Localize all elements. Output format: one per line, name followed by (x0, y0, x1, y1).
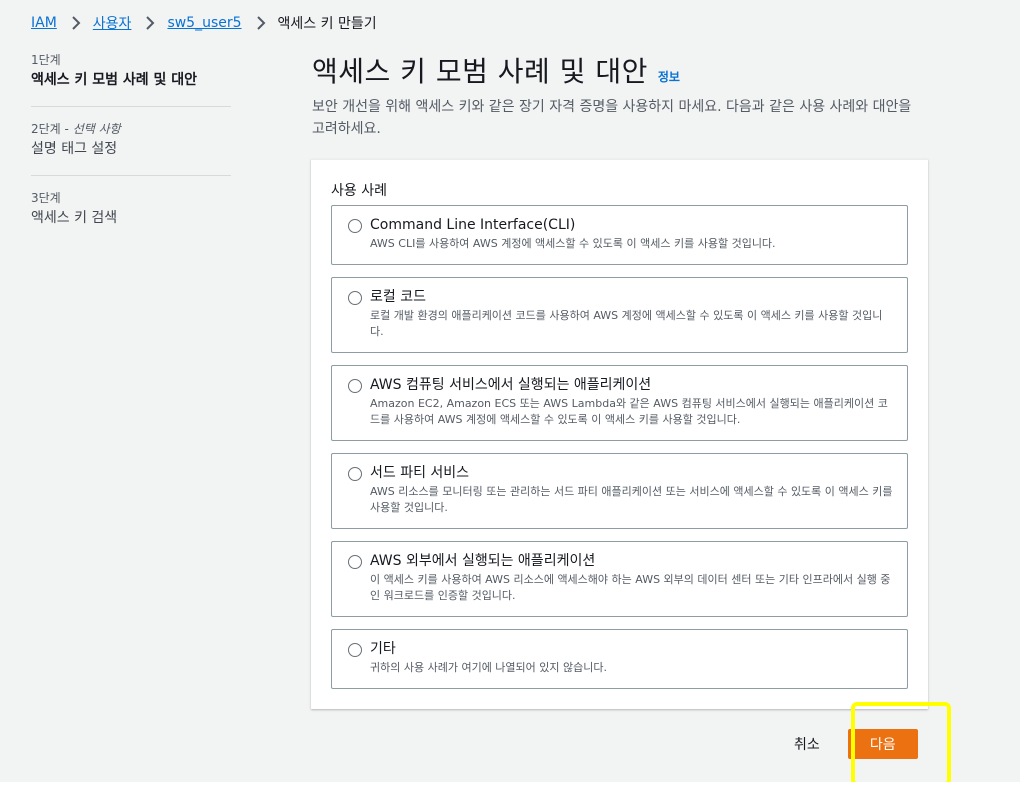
use-case-option-aws-compute[interactable]: AWS 컴퓨팅 서비스에서 실행되는 애플리케이션 Amazon EC2, Am… (331, 365, 908, 441)
breadcrumb-iam-link[interactable]: IAM (31, 15, 57, 31)
wizard-step-1: 1단계 액세스 키 모범 사례 및 대안 (31, 52, 231, 90)
chevron-right-icon (68, 15, 84, 31)
option-description: 귀하의 사용 사례가 여기에 나열되어 있지 않습니다. (370, 661, 607, 674)
use-case-option-cli[interactable]: Command Line Interface(CLI) AWS CLI를 사용하… (331, 205, 908, 265)
step-label: 3단계 (31, 191, 61, 205)
radio-button[interactable] (348, 219, 362, 233)
cancel-button[interactable]: 취소 (780, 728, 834, 760)
use-case-option-other[interactable]: 기타 귀하의 사용 사례가 여기에 나열되어 있지 않습니다. (331, 629, 908, 689)
wizard-step-3: 3단계 액세스 키 검색 (31, 190, 231, 228)
breadcrumb-user-link[interactable]: sw5_user5 (167, 15, 241, 31)
page-title: 액세스 키 모범 사례 및 대안 (312, 55, 648, 88)
step-number: 2단계 - (31, 122, 73, 136)
use-case-option-third-party[interactable]: 서드 파티 서비스 AWS 리소스를 모니터링 또는 관리하는 서드 파티 애플… (331, 453, 908, 529)
page-header: 액세스 키 모범 사례 및 대안 정보 (312, 50, 680, 90)
use-case-panel: 사용 사례 Command Line Interface(CLI) AWS CL… (311, 159, 928, 709)
radio-button[interactable] (348, 555, 362, 569)
use-case-label: 사용 사례 (331, 183, 387, 199)
option-title: 서드 파티 서비스 (370, 465, 470, 481)
step-title[interactable]: 액세스 키 검색 (31, 208, 231, 228)
step-optional-tag: 선택 사항 (72, 122, 121, 136)
option-description: AWS CLI를 사용하여 AWS 계정에 액세스할 수 있도록 이 액세스 키… (370, 237, 776, 250)
radio-button[interactable] (348, 467, 362, 481)
wizard-steps: 1단계 액세스 키 모범 사례 및 대안 2단계 - 선택 사항 설명 태그 설… (31, 52, 231, 228)
footer-strip (0, 782, 1020, 789)
option-description: AWS 리소스를 모니터링 또는 관리하는 서드 파티 애플리케이션 또는 서비… (370, 485, 893, 514)
step-title[interactable]: 설명 태그 설정 (31, 139, 231, 159)
use-case-option-outside-aws[interactable]: AWS 외부에서 실행되는 애플리케이션 이 액세스 키를 사용하여 AWS 리… (331, 541, 908, 617)
next-button[interactable]: 다음 (847, 729, 918, 759)
option-description: 이 액세스 키를 사용하여 AWS 리소스에 액세스해야 하는 AWS 외부의 … (370, 573, 891, 602)
step-title: 액세스 키 모범 사례 및 대안 (31, 72, 198, 88)
use-case-options: Command Line Interface(CLI) AWS CLI를 사용하… (331, 205, 908, 701)
option-title: 기타 (370, 641, 396, 657)
step-divider (31, 175, 231, 176)
option-description: Amazon EC2, Amazon ECS 또는 AWS Lambda와 같은… (370, 397, 888, 426)
info-link[interactable]: 정보 (658, 68, 680, 85)
chevron-right-icon (142, 15, 158, 31)
breadcrumb-users-link[interactable]: 사용자 (93, 13, 132, 33)
use-case-option-local-code[interactable]: 로컬 코드 로컬 개발 환경의 애플리케이션 코드를 사용하여 AWS 계정에 … (331, 277, 908, 353)
radio-button[interactable] (348, 379, 362, 393)
option-title: Command Line Interface(CLI) (370, 217, 576, 233)
step-divider (31, 106, 231, 107)
chevron-right-icon (253, 15, 269, 31)
page-description: 보안 개선을 위해 액세스 키와 같은 장기 자격 증명을 사용하지 마세요. … (312, 99, 912, 137)
option-title: 로컬 코드 (370, 289, 426, 305)
option-title: AWS 컴퓨팅 서비스에서 실행되는 애플리케이션 (370, 377, 652, 393)
option-title: AWS 외부에서 실행되는 애플리케이션 (370, 553, 596, 569)
radio-button[interactable] (348, 643, 362, 657)
wizard-step-2: 2단계 - 선택 사항 설명 태그 설정 (31, 121, 231, 159)
step-label: 2단계 - 선택 사항 (31, 121, 231, 137)
form-actions: 취소 다음 (780, 728, 918, 760)
radio-button[interactable] (348, 291, 362, 305)
option-description: 로컬 개발 환경의 애플리케이션 코드를 사용하여 AWS 계정에 액세스할 수… (370, 309, 883, 338)
breadcrumb: IAM 사용자 sw5_user5 액세스 키 만들기 (31, 13, 377, 33)
breadcrumb-current: 액세스 키 만들기 (277, 16, 377, 32)
step-label: 1단계 (31, 53, 61, 67)
